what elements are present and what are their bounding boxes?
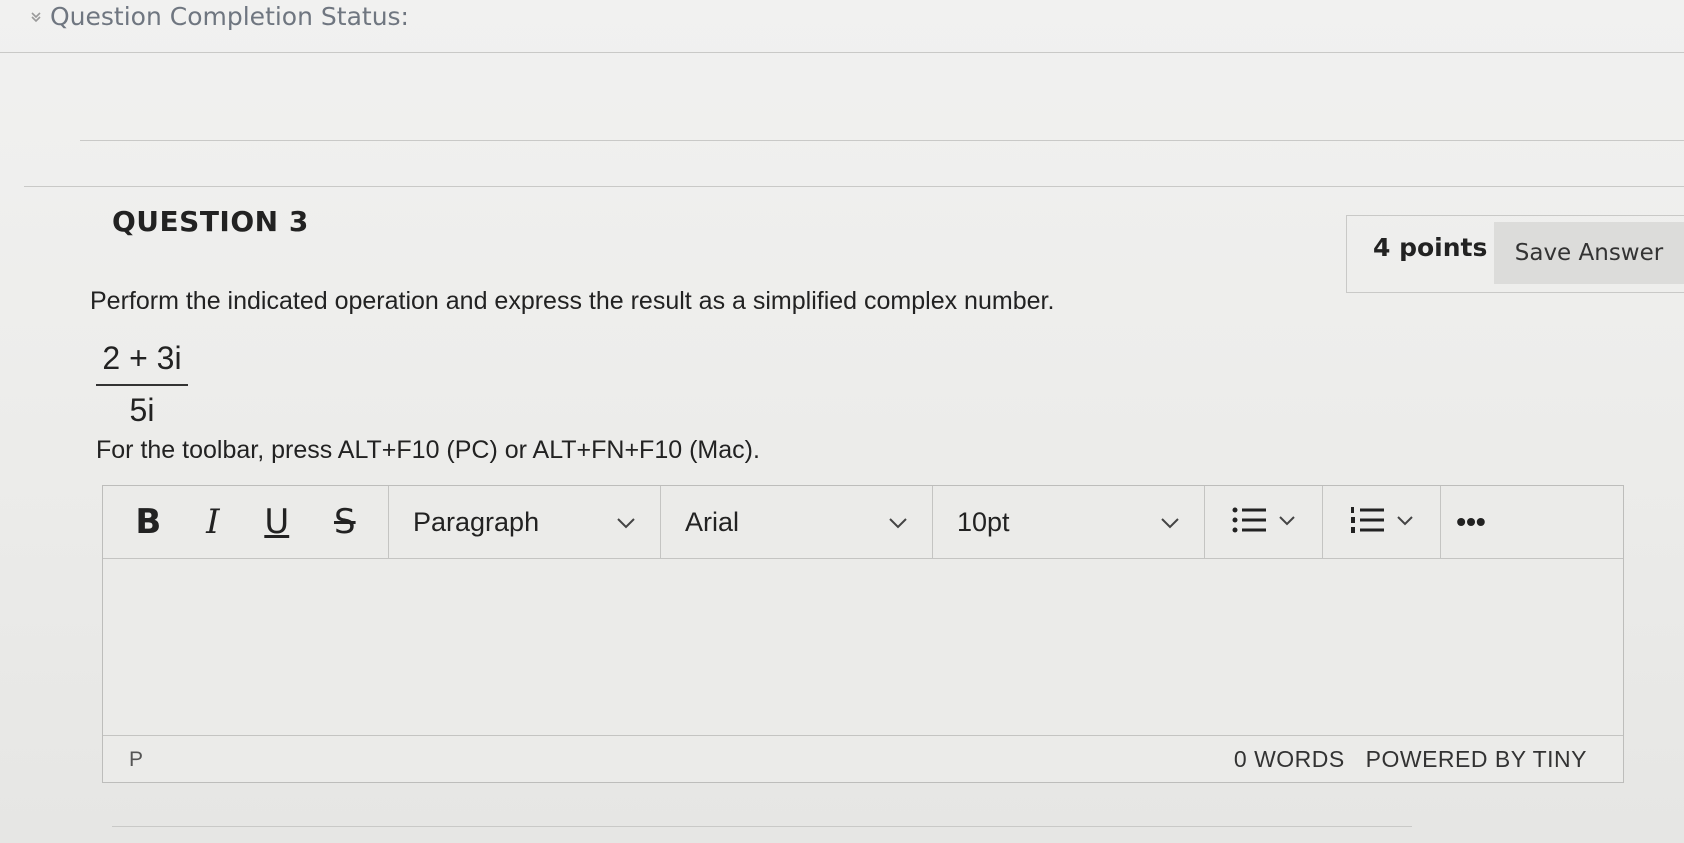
chevron-down-icon <box>1160 509 1180 535</box>
block-format-dropdown[interactable]: Paragraph <box>389 486 661 558</box>
bullet-list-button[interactable] <box>1205 486 1323 558</box>
rich-text-editor: B I U S Paragraph Arial 10pt ••• P 0 WOR… <box>102 485 1624 783</box>
divider <box>0 52 1684 53</box>
word-count[interactable]: 0 WORDS <box>1234 746 1345 772</box>
divider <box>24 186 1684 187</box>
chevron-down-icon <box>1278 513 1296 531</box>
fraction-denominator: 5i <box>129 392 155 428</box>
chevron-down-icon <box>888 509 908 535</box>
numbered-list-button[interactable] <box>1323 486 1441 558</box>
question-prompt: Perform the indicated operation and expr… <box>90 287 1055 315</box>
font-size-value: 10pt <box>957 506 1010 537</box>
fraction-bar <box>96 384 188 386</box>
format-group: B I U S <box>103 486 389 558</box>
block-format-value: Paragraph <box>413 506 540 537</box>
underline-button[interactable]: U <box>264 502 289 542</box>
numbered-list-icon <box>1350 505 1384 540</box>
chevron-down-icon <box>1396 513 1414 531</box>
chevron-down-icon[interactable] <box>30 11 42 23</box>
more-options-button[interactable]: ••• <box>1441 486 1501 558</box>
italic-button[interactable]: I <box>206 502 219 542</box>
fraction-numerator: 2 + 3i <box>102 340 182 376</box>
font-family-value: Arial <box>685 506 740 537</box>
toolbar-hint: For the toolbar, press ALT+F10 (PC) or A… <box>96 436 760 464</box>
bold-button[interactable]: B <box>135 502 161 542</box>
divider <box>112 826 1412 827</box>
editor-toolbar: B I U S Paragraph Arial 10pt ••• <box>103 486 1623 559</box>
points-value: 4 points <box>1373 233 1488 262</box>
fraction-expression: 2 + 3i 5i <box>96 340 188 429</box>
save-answer-button[interactable]: Save Answer <box>1494 222 1684 284</box>
powered-by-link[interactable]: POWERED BY TINY <box>1366 746 1587 772</box>
chevron-down-icon <box>616 509 636 535</box>
editor-status-bar: P 0 WORDS POWERED BY TINY <box>103 735 1623 782</box>
completion-status-header[interactable]: Question Completion Status: <box>30 2 409 31</box>
font-family-dropdown[interactable]: Arial <box>661 486 933 558</box>
bullet-list-icon <box>1232 505 1266 540</box>
completion-status-label: Question Completion Status: <box>50 2 409 31</box>
editor-content-area[interactable] <box>103 558 1623 738</box>
editor-footer-info: 0 WORDS POWERED BY TINY <box>1220 746 1587 773</box>
element-path[interactable]: P <box>129 748 143 772</box>
question-title: QUESTION 3 <box>112 205 309 238</box>
divider <box>80 140 1684 141</box>
font-size-dropdown[interactable]: 10pt <box>933 486 1205 558</box>
strikethrough-button[interactable]: S <box>334 502 356 542</box>
